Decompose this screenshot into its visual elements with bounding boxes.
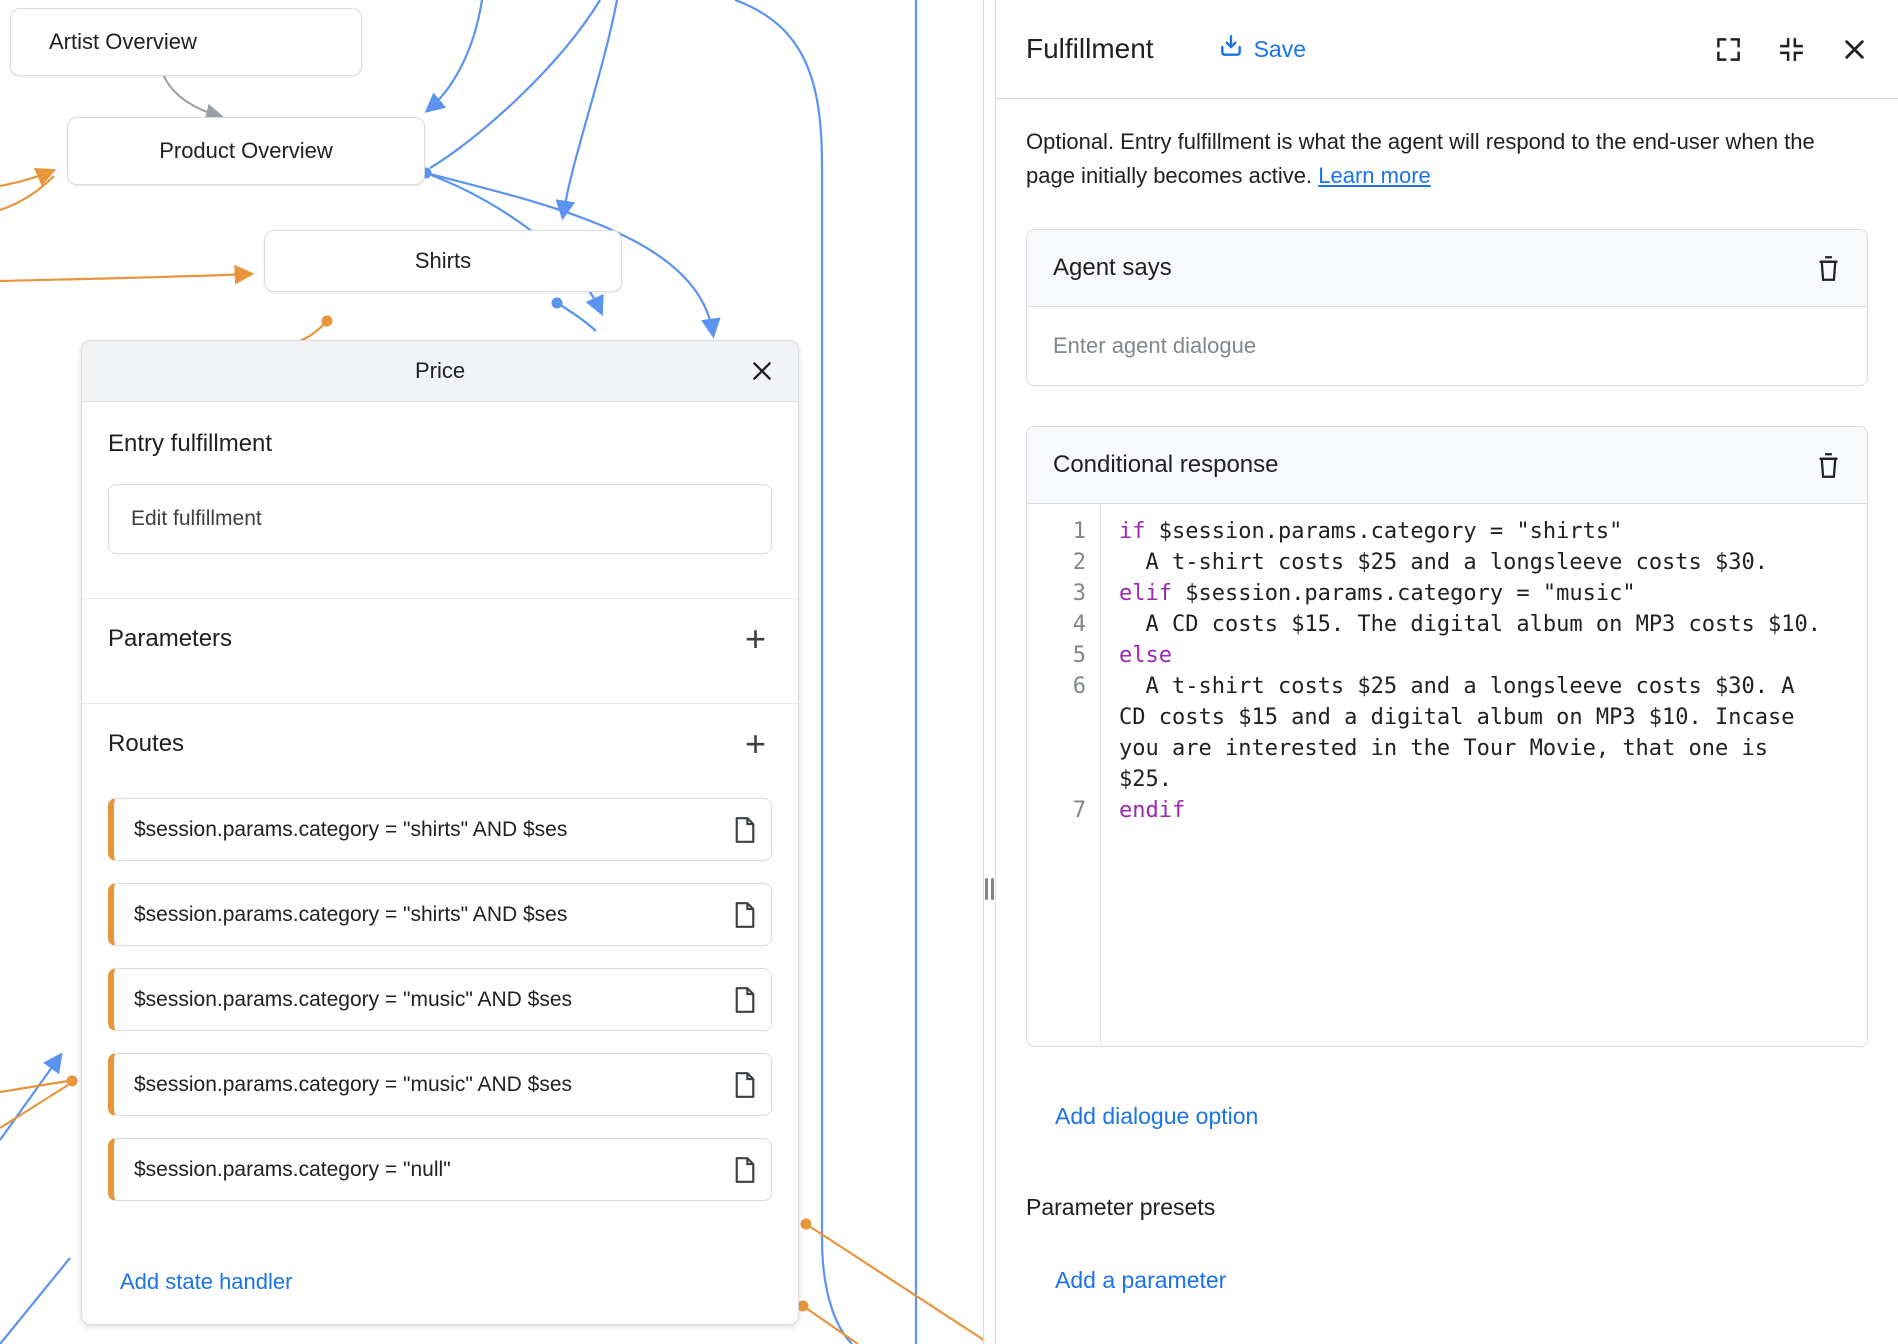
panel-description: Optional. Entry fulfillment is what the … xyxy=(1026,125,1848,193)
routes-heading: Routes xyxy=(108,730,184,758)
code-line: 2 A t-shirt costs $25 and a longsleeve c… xyxy=(1027,547,1867,578)
code-text: if $session.params.category = "shirts" xyxy=(1101,504,1851,547)
line-number: 4 xyxy=(1027,609,1101,640)
route-item[interactable]: $session.params.category = "shirts" AND … xyxy=(108,883,772,946)
routes-row: Routes + xyxy=(108,704,772,784)
panel-content: Optional. Entry fulfillment is what the … xyxy=(996,99,1898,1294)
code-text: endif xyxy=(1101,795,1851,826)
code-line: 4 A CD costs $15. The digital album on M… xyxy=(1027,609,1867,640)
conditional-response-header: Conditional response xyxy=(1027,427,1867,504)
code-text: A CD costs $15. The digital album on MP3… xyxy=(1101,609,1851,640)
edit-fulfillment-button[interactable]: Edit fulfillment xyxy=(108,484,772,554)
price-node-card: Price Entry fulfillment Edit fulfillment… xyxy=(81,340,799,1325)
document-icon[interactable] xyxy=(733,1157,757,1183)
code-line: 5 else xyxy=(1027,640,1867,671)
route-item[interactable]: $session.params.category = "shirts" AND … xyxy=(108,798,772,861)
price-card-body: Entry fulfillment Edit fulfillment Param… xyxy=(82,430,798,1295)
node-product-overview[interactable]: Product Overview xyxy=(67,117,425,185)
add-parameter-plus-icon[interactable]: + xyxy=(739,621,772,657)
code-gutter-filler xyxy=(1027,826,1867,1046)
splitter-drag-handle[interactable] xyxy=(985,878,994,902)
code-text: else xyxy=(1101,640,1851,671)
document-icon[interactable] xyxy=(733,902,757,928)
route-condition: $session.params.category = "null" xyxy=(134,1158,725,1182)
parameter-presets-heading: Parameter presets xyxy=(1026,1194,1868,1221)
code-line: 7 endif xyxy=(1027,795,1867,826)
flow-canvas[interactable]: Artist Overview Product Overview Shirts … xyxy=(0,0,983,1344)
panel-splitter xyxy=(983,0,996,1344)
line-number: 6 xyxy=(1027,671,1101,795)
panel-header-icons xyxy=(1715,36,1868,63)
line-number: 3 xyxy=(1027,578,1101,609)
learn-more-link[interactable]: Learn more xyxy=(1318,163,1431,188)
delete-icon[interactable] xyxy=(1816,452,1841,479)
add-dialogue-option-link[interactable]: Add dialogue option xyxy=(1055,1103,1868,1130)
save-icon xyxy=(1218,33,1244,65)
code-text: A t-shirt costs $25 and a longsleeve cos… xyxy=(1101,671,1851,795)
node-label: Shirts xyxy=(415,248,471,274)
agent-says-header: Agent says xyxy=(1027,230,1867,307)
code-line: 1 if $session.params.category = "shirts" xyxy=(1027,504,1867,547)
document-icon[interactable] xyxy=(733,987,757,1013)
fulfillment-panel: Fulfillment Save xyxy=(996,0,1898,1344)
line-number: 7 xyxy=(1027,795,1101,826)
edit-fulfillment-label: Edit fulfillment xyxy=(131,507,262,531)
add-state-handler-link[interactable]: Add state handler xyxy=(108,1269,772,1295)
node-label: Artist Overview xyxy=(49,29,197,55)
node-artist-overview[interactable]: Artist Overview xyxy=(10,8,362,76)
panel-title: Fulfillment xyxy=(1026,33,1154,65)
agent-says-body xyxy=(1027,307,1867,385)
route-condition: $session.params.category = "music" AND $… xyxy=(134,1073,725,1097)
conditional-response-card: Conditional response 1 if $session.param… xyxy=(1026,426,1868,1047)
close-panel-icon[interactable] xyxy=(1841,36,1868,63)
code-line: 6 A t-shirt costs $25 and a longsleeve c… xyxy=(1027,671,1867,795)
document-icon[interactable] xyxy=(733,1072,757,1098)
line-number: 1 xyxy=(1027,504,1101,547)
dialogflow-page-editor: Artist Overview Product Overview Shirts … xyxy=(0,0,1898,1344)
exit-fullscreen-icon[interactable] xyxy=(1778,36,1805,63)
line-number: 5 xyxy=(1027,640,1101,671)
node-label: Product Overview xyxy=(159,138,333,164)
agent-dialogue-input[interactable] xyxy=(1053,333,1841,359)
node-shirts[interactable]: Shirts xyxy=(264,230,622,292)
price-card-title: Price xyxy=(415,358,465,384)
fullscreen-icon[interactable] xyxy=(1715,36,1742,63)
routes-list: $session.params.category = "shirts" AND … xyxy=(108,798,772,1201)
price-card-header: Price xyxy=(82,341,798,402)
route-condition: $session.params.category = "music" AND $… xyxy=(134,988,725,1012)
route-condition: $session.params.category = "shirts" AND … xyxy=(134,818,725,842)
add-route-plus-icon[interactable]: + xyxy=(739,726,772,762)
line-number: 2 xyxy=(1027,547,1101,578)
route-item[interactable]: $session.params.category = "music" AND $… xyxy=(108,1053,772,1116)
delete-icon[interactable] xyxy=(1816,255,1841,282)
save-button[interactable]: Save xyxy=(1218,33,1306,65)
condition-code-editor[interactable]: 1 if $session.params.category = "shirts"… xyxy=(1027,504,1867,1046)
agent-says-title: Agent says xyxy=(1053,254,1172,282)
parameters-row: Parameters + xyxy=(108,599,772,679)
document-icon[interactable] xyxy=(733,817,757,843)
code-text: elif $session.params.category = "music" xyxy=(1101,578,1851,609)
save-label: Save xyxy=(1254,36,1306,63)
route-condition: $session.params.category = "shirts" AND … xyxy=(134,903,725,927)
panel-header: Fulfillment Save xyxy=(996,0,1898,99)
code-text: A t-shirt costs $25 and a longsleeve cos… xyxy=(1101,547,1851,578)
conditional-response-title: Conditional response xyxy=(1053,451,1278,479)
route-item[interactable]: $session.params.category = "null" xyxy=(108,1138,772,1201)
parameters-heading: Parameters xyxy=(108,625,232,653)
route-item[interactable]: $session.params.category = "music" AND $… xyxy=(108,968,772,1031)
code-line: 3 elif $session.params.category = "music… xyxy=(1027,578,1867,609)
add-a-parameter-link[interactable]: Add a parameter xyxy=(1055,1267,1868,1294)
close-icon[interactable] xyxy=(748,357,776,385)
entry-fulfillment-heading: Entry fulfillment xyxy=(108,430,772,458)
agent-says-card: Agent says xyxy=(1026,229,1868,386)
